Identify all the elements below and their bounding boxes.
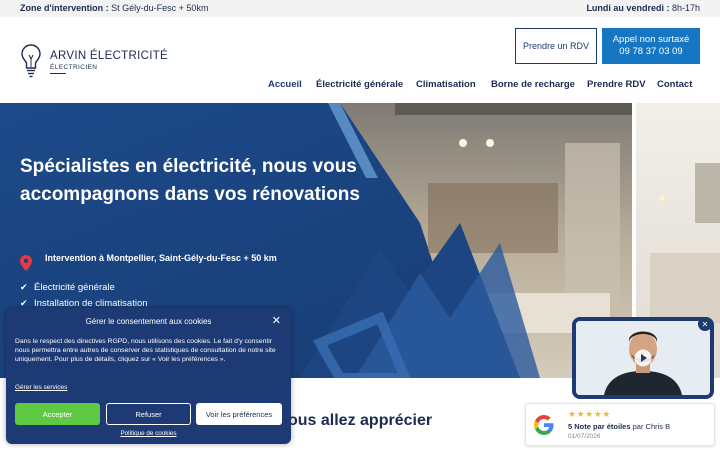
top-info-bar: Zone d'intervention : St Gély-du-Fesc + … <box>0 0 720 17</box>
hours-label: Lundi au vendredi : <box>586 3 670 13</box>
preferences-button[interactable]: Voir les préférences <box>196 403 282 425</box>
cookie-body: Dans le respect des directives RGPD, nou… <box>15 338 276 363</box>
opening-hours: Lundi au vendredi : 8h-17h <box>586 3 700 13</box>
checklist-label: Électricité générale <box>34 282 115 293</box>
nav-item-contact[interactable]: Contact <box>657 79 692 90</box>
brand-underline <box>50 73 66 74</box>
book-appointment-button[interactable]: Prendre un RDV <box>515 28 597 64</box>
video-widget[interactable] <box>572 317 714 399</box>
checklist-item: ✔ Électricité générale <box>20 282 115 293</box>
review-date: 01/07/2026 <box>568 433 601 440</box>
cookie-title: Gérer le consentement aux cookies <box>85 317 212 326</box>
call-number: 09 78 37 03 09 <box>619 46 683 57</box>
hours-value: 8h-17h <box>671 3 700 13</box>
nav-item-electricite-generale[interactable]: Électricité générale <box>316 79 403 90</box>
call-label: Appel non surtaxé <box>612 34 690 45</box>
brand-name: ARVIN ÉLECTRICITÉ <box>50 50 168 62</box>
play-icon[interactable] <box>634 349 652 367</box>
nav-item-accueil[interactable]: Accueil <box>268 79 302 90</box>
zone-value: St Gély-du-Fesc + 50km <box>111 3 209 13</box>
nav-item-prendre-rdv[interactable]: Prendre RDV <box>587 79 646 90</box>
nav-item-borne-de-recharge[interactable]: Borne de recharge <box>491 79 575 90</box>
rating-stars: ★★★★★ <box>568 409 611 419</box>
site-header: ARVIN ÉLECTRICITÉ ÉLECTRICIEN Prendre un… <box>0 17 720 103</box>
cookie-policy-link[interactable]: Politique de cookies <box>6 430 291 437</box>
service-zone: Zone d'intervention : St Gély-du-Fesc + … <box>20 3 208 13</box>
cookie-consent-dialog: Gérer le consentement aux cookies ✕ Dans… <box>6 308 291 444</box>
service-area: Intervention à Montpellier, Saint-Gély-d… <box>45 253 277 263</box>
rating-value: 5 Note par étoiles <box>568 422 631 431</box>
site-logo[interactable]: ARVIN ÉLECTRICITÉ ÉLECTRICIEN <box>20 43 168 83</box>
call-button[interactable]: Appel non surtaxé 09 78 37 03 09 <box>602 28 700 64</box>
main-nav: Accueil Électricité générale Climatisati… <box>0 79 720 93</box>
lightbulb-icon <box>21 44 41 78</box>
reviewer-name: par Chris B <box>632 422 671 431</box>
map-pin-icon <box>20 255 32 271</box>
close-icon[interactable]: ✕ <box>272 314 281 327</box>
accept-button[interactable]: Accepter <box>15 403 100 425</box>
hero-title: Spécialistes en électricité, nous vous a… <box>20 156 360 205</box>
rating-text: 5 Note par étoiles par Chris B <box>568 422 670 431</box>
google-icon <box>534 415 554 435</box>
manage-services-link[interactable]: Gérer les services <box>15 384 67 391</box>
refuse-button[interactable]: Refuser <box>106 403 191 425</box>
close-icon[interactable]: ✕ <box>698 317 712 331</box>
brand-subtitle: ÉLECTRICIEN <box>50 64 98 71</box>
zone-label: Zone d'intervention : <box>20 3 109 13</box>
check-icon: ✔ <box>20 282 28 292</box>
nav-item-climatisation[interactable]: Climatisation <box>416 79 476 90</box>
section-heading: ous allez apprécier <box>288 412 433 429</box>
google-review-badge[interactable]: ★★★★★ 5 Note par étoiles par Chris B 01/… <box>525 403 715 446</box>
